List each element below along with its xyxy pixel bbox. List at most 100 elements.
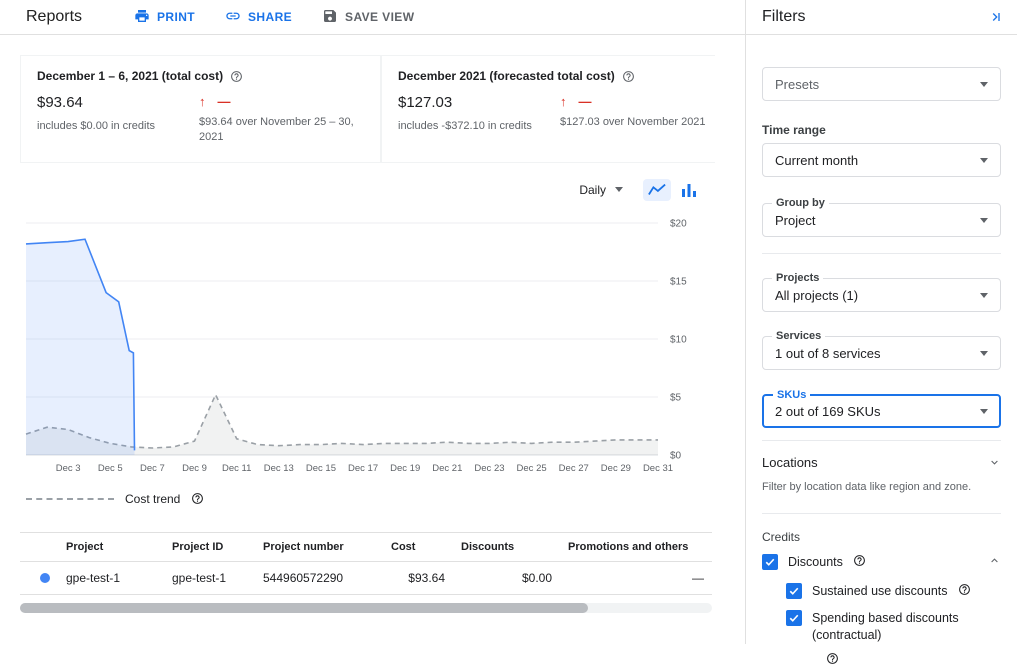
help-icon[interactable] bbox=[230, 70, 243, 83]
chevron-down-icon bbox=[980, 158, 988, 163]
save-view-label: SAVE VIEW bbox=[345, 10, 414, 24]
interval-select[interactable]: Daily bbox=[579, 183, 623, 197]
presets-value: Presets bbox=[775, 77, 819, 92]
share-label: SHARE bbox=[248, 10, 292, 24]
chevron-down-icon bbox=[980, 351, 988, 356]
card-amount: $127.03 bbox=[398, 94, 560, 111]
bar-chart-toggle[interactable] bbox=[675, 179, 703, 201]
card-delta-note: $93.64 over November 25 – 30, 2021 bbox=[199, 115, 364, 146]
legend-label: Cost trend bbox=[125, 492, 180, 506]
cost-table: Project Project ID Project number Cost D… bbox=[20, 532, 712, 595]
svg-text:Dec 7: Dec 7 bbox=[140, 463, 165, 474]
skus-label: SKUs bbox=[773, 389, 810, 401]
locations-section-toggle[interactable]: Locations bbox=[762, 455, 1001, 470]
col-header-project-number: Project number bbox=[255, 532, 383, 561]
chart-controls: Daily bbox=[0, 179, 703, 201]
locations-helper-text: Filter by location data like region and … bbox=[762, 480, 1001, 495]
collapse-credits-button[interactable] bbox=[988, 554, 1001, 567]
save-icon bbox=[322, 8, 338, 27]
svg-text:$20: $20 bbox=[670, 218, 687, 229]
chevron-down-icon bbox=[988, 456, 1001, 469]
svg-text:$10: $10 bbox=[670, 334, 687, 345]
collapse-panel-button[interactable] bbox=[985, 9, 1001, 25]
svg-text:Dec 27: Dec 27 bbox=[559, 463, 589, 474]
card-title: December 1 – 6, 2021 (total cost) bbox=[37, 69, 223, 83]
cost-trend-line-sample bbox=[26, 498, 114, 500]
scrollbar-thumb[interactable] bbox=[20, 603, 588, 613]
services-select[interactable]: Services 1 out of 8 services bbox=[762, 336, 1001, 370]
bar-chart-icon bbox=[681, 183, 697, 197]
skus-value: 2 out of 169 SKUs bbox=[775, 404, 881, 419]
share-button[interactable]: SHARE bbox=[225, 8, 292, 27]
chart-legend: Cost trend bbox=[26, 492, 745, 506]
save-view-button[interactable]: SAVE VIEW bbox=[322, 8, 414, 27]
interval-value: Daily bbox=[579, 183, 606, 197]
print-icon bbox=[134, 8, 150, 27]
svg-text:$0: $0 bbox=[670, 450, 682, 461]
svg-text:Dec 29: Dec 29 bbox=[601, 463, 631, 474]
discounts-checkbox[interactable] bbox=[762, 554, 778, 570]
keyboard-tab-icon bbox=[985, 9, 1001, 25]
help-icon[interactable] bbox=[622, 70, 635, 83]
services-value: 1 out of 8 services bbox=[775, 346, 881, 361]
help-icon[interactable] bbox=[191, 492, 204, 505]
group-by-value: Project bbox=[775, 213, 815, 228]
time-range-select[interactable]: Current month bbox=[762, 143, 1001, 177]
col-header-project-id: Project ID bbox=[164, 532, 255, 561]
credits-label: Credits bbox=[762, 530, 1001, 544]
chevron-down-icon bbox=[980, 218, 988, 223]
svg-text:Dec 11: Dec 11 bbox=[222, 463, 251, 474]
horizontal-scrollbar[interactable] bbox=[20, 603, 712, 613]
locations-label: Locations bbox=[762, 455, 818, 470]
cell-promotions: — bbox=[560, 561, 712, 594]
no-change-dash-icon: — bbox=[579, 94, 592, 109]
forecast-cost-card: December 2021 (forecasted total cost) $1… bbox=[382, 56, 741, 162]
chevron-down-icon bbox=[980, 409, 988, 414]
svg-text:Dec 9: Dec 9 bbox=[182, 463, 207, 474]
help-icon[interactable] bbox=[853, 554, 866, 567]
check-icon bbox=[764, 556, 776, 568]
group-by-select[interactable]: Group by Project bbox=[762, 203, 1001, 237]
svg-text:Dec 13: Dec 13 bbox=[264, 463, 294, 474]
skus-select[interactable]: SKUs 2 out of 169 SKUs bbox=[762, 394, 1001, 428]
svg-text:Dec 17: Dec 17 bbox=[348, 463, 378, 474]
svg-text:$5: $5 bbox=[670, 392, 682, 403]
discounts-row: Discounts bbox=[762, 554, 1001, 571]
sustained-discounts-label: Sustained use discounts bbox=[812, 583, 948, 600]
cell-project: gpe-test-1 bbox=[58, 561, 164, 594]
projects-select[interactable]: Projects All projects (1) bbox=[762, 278, 1001, 312]
table-header-row: Project Project ID Project number Cost D… bbox=[20, 532, 712, 561]
cell-project-number: 544960572290 bbox=[255, 561, 383, 594]
line-chart-toggle[interactable] bbox=[643, 179, 671, 201]
group-by-label: Group by bbox=[772, 197, 829, 209]
cell-discounts: $0.00 bbox=[453, 561, 560, 594]
toolbar: Reports PRINT SHARE SAVE VIEW bbox=[0, 0, 745, 35]
cost-chart: $0$5$10$15$20Dec 3Dec 5Dec 7Dec 9Dec 11D… bbox=[20, 207, 745, 488]
cell-project-id: gpe-test-1 bbox=[164, 561, 255, 594]
chevron-down-icon bbox=[980, 293, 988, 298]
sustained-discounts-checkbox[interactable] bbox=[786, 583, 802, 599]
print-button[interactable]: PRINT bbox=[134, 8, 195, 27]
check-icon bbox=[788, 612, 800, 624]
services-label: Services bbox=[772, 330, 825, 342]
card-amount: $93.64 bbox=[37, 94, 199, 111]
help-icon[interactable] bbox=[826, 652, 839, 665]
time-range-value: Current month bbox=[775, 153, 858, 168]
table-row: gpe-test-1 gpe-test-1 544960572290 $93.6… bbox=[20, 561, 712, 594]
line-chart-icon bbox=[648, 183, 666, 197]
presets-select[interactable]: Presets bbox=[762, 67, 1001, 101]
help-icon[interactable] bbox=[958, 583, 971, 596]
total-cost-card: December 1 – 6, 2021 (total cost) $93.64… bbox=[21, 56, 380, 162]
svg-text:Dec 3: Dec 3 bbox=[56, 463, 81, 474]
page-title: Reports bbox=[26, 8, 82, 26]
svg-text:Dec 19: Dec 19 bbox=[390, 463, 420, 474]
col-header-promotions: Promotions and others bbox=[560, 532, 712, 561]
print-label: PRINT bbox=[157, 10, 195, 24]
increase-arrow-icon: ↑ bbox=[199, 94, 206, 109]
divider bbox=[762, 513, 1001, 514]
card-delta-note: $127.03 over November 2021 bbox=[560, 115, 725, 130]
filters-panel: Filters Presets Time range Current month… bbox=[745, 0, 1017, 644]
spending-discounts-checkbox[interactable] bbox=[786, 610, 802, 626]
spending-discounts-label: Spending based discounts (contractual) bbox=[812, 610, 972, 644]
svg-text:Dec 23: Dec 23 bbox=[474, 463, 504, 474]
